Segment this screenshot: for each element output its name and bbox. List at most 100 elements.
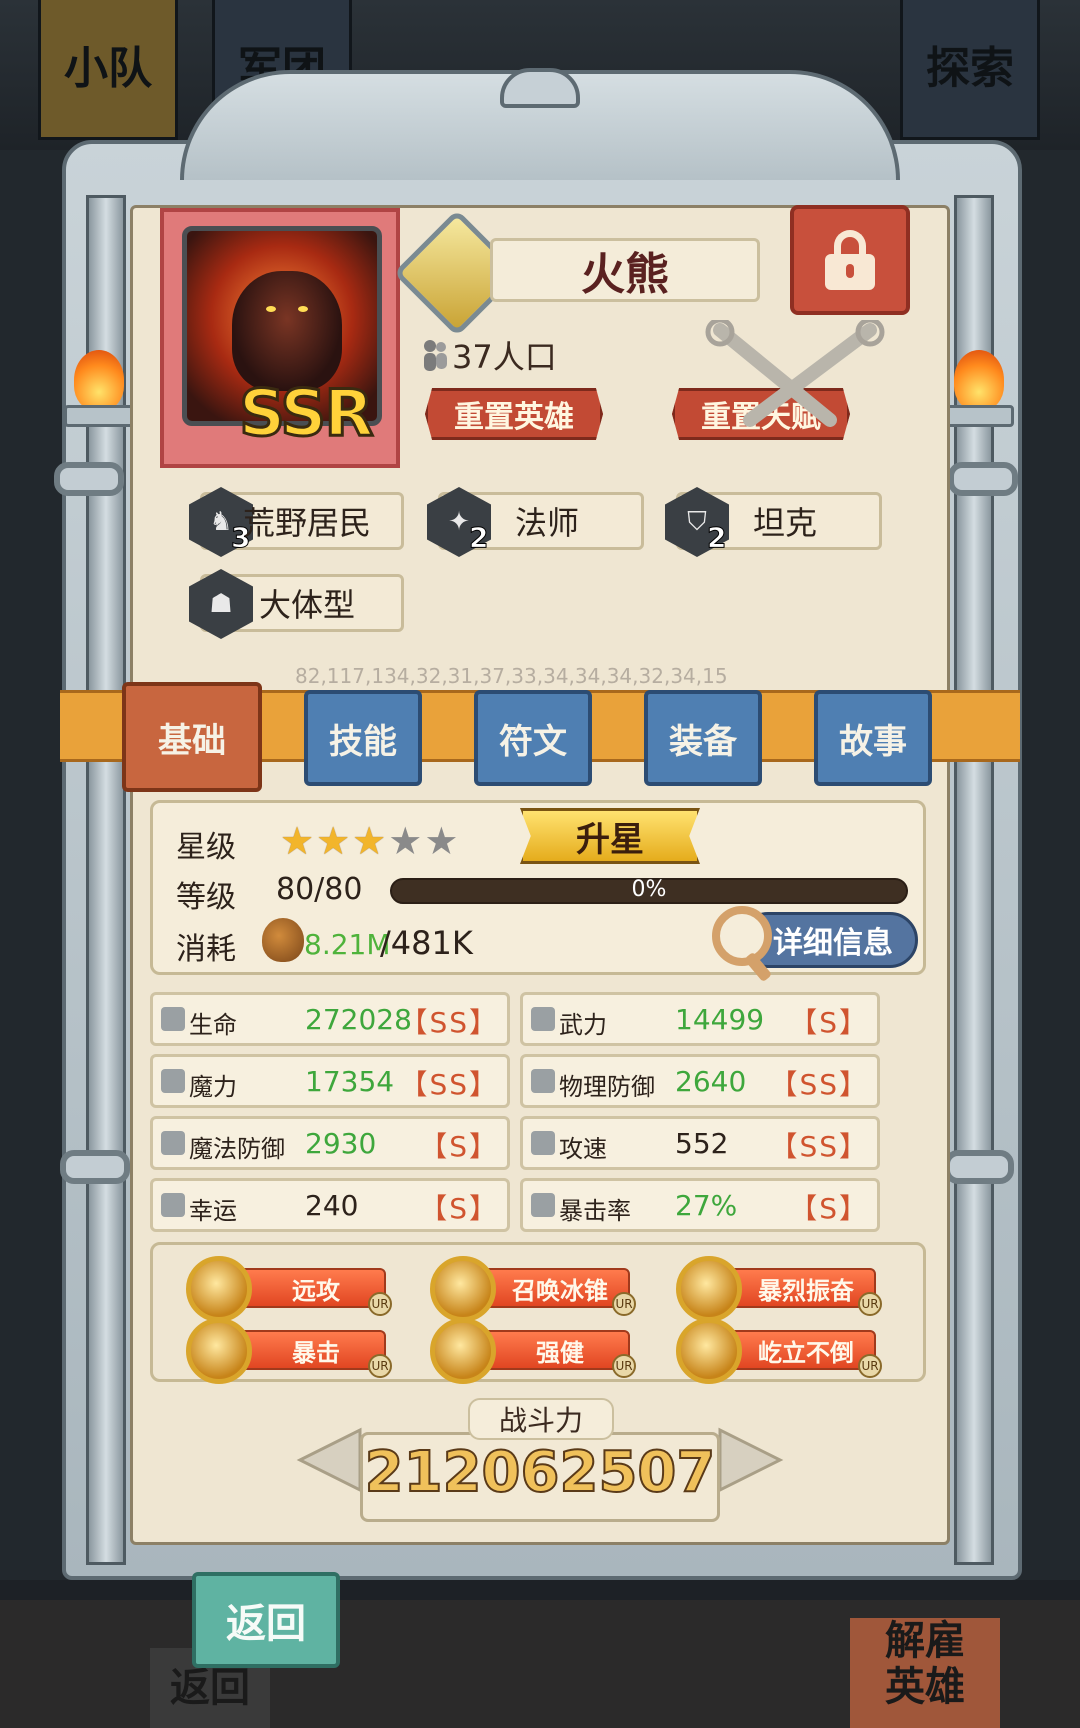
skill-item[interactable]: 暴烈振奋 UR [676,1254,882,1322]
skill-item[interactable]: 屹立不倒 UR [676,1316,882,1384]
skill-grade-badge: UR [858,1292,882,1316]
population-text: 37人口 [452,338,557,376]
lock-icon [825,230,875,290]
star-label: 星级 [176,830,236,865]
frame-knob [500,68,580,108]
attribute-grade: 【S】 [419,1130,499,1163]
attribute-name: 攻速 [559,1135,607,1163]
skill-grade-badge: UR [368,1292,392,1316]
attribute-value: 2640 [675,1065,747,1098]
tab-runes[interactable]: 符文 [474,690,592,786]
magnifier-icon [712,906,772,966]
attribute-name: 幸运 [189,1197,237,1225]
population-icon [424,340,447,371]
attribute-value: 2930 [305,1127,377,1160]
trait-mage[interactable]: ✦ 2 法师 [427,487,644,557]
fire-bear-icon [232,271,342,391]
attribute-value: 14499 [675,1003,765,1036]
attribute-name: 武力 [559,1011,607,1039]
attribute-icon [531,1131,555,1155]
star-icon: ★ [424,819,459,863]
bg-tab-squad: 小队 [38,0,178,140]
attribute-value: 240 [305,1189,359,1222]
chain-right-top [948,462,1018,496]
torch-right-icon [944,350,1014,430]
attribute-name: 暴击率 [559,1197,631,1225]
back-button[interactable]: 返回 [192,1572,340,1668]
trait-label: 大体型 [258,586,355,624]
trait-large-body[interactable]: ☗ 大体型 [189,569,404,639]
skill-icon [186,1256,252,1322]
cost-label: 消耗 [176,932,236,967]
power-label: 战斗力 [468,1398,614,1440]
attribute-row: 魔力 17354 【SS】 [150,1054,510,1108]
skill-item[interactable]: 远攻 UR [186,1254,392,1322]
attribute-grade: 【SS】 [399,1068,499,1101]
reset-hero-button[interactable]: 重置英雄 [425,388,603,440]
attribute-value: 272028 [305,1003,412,1036]
star-icon: ★ [388,819,423,863]
attribute-name: 物理防御 [559,1073,655,1101]
trait-tank[interactable]: ⛉ 2 坦克 [665,487,882,557]
attribute-value: 552 [675,1127,729,1160]
rarity-badge: SSR [238,376,376,453]
level-value: 80/80 [276,872,363,907]
attribute-icon [161,1069,185,1093]
skill-item[interactable]: 暴击 UR [186,1316,392,1384]
attribute-grade: 【S】 [789,1192,869,1225]
sequence-text: 82,117,134,32,31,37,33,34,34,34,32,34,15 [295,664,728,688]
skill-grade-badge: UR [368,1354,392,1378]
attribute-icon [531,1007,555,1031]
hero-portrait[interactable]: SSR [160,208,400,468]
level-progress-bar: 0% [390,877,908,904]
attribute-icon [161,1131,185,1155]
attribute-row: 魔法防御 2930 【S】 [150,1116,510,1170]
tab-story[interactable]: 故事 [814,690,932,786]
attribute-row: 暴击率 27% 【S】 [520,1178,880,1232]
skill-item[interactable]: 强健 UR [430,1316,636,1384]
attribute-grade: 【S】 [789,1006,869,1039]
lock-button[interactable] [790,205,910,315]
chain-right-bottom [944,1150,1014,1184]
attribute-grade: 【SS】 [769,1068,869,1101]
bg-dismiss-hero-button: 解雇 英雄 [850,1618,1000,1728]
attribute-row: 物理防御 2640 【SS】 [520,1054,880,1108]
bg-dismiss-line2: 英雄 [885,1664,965,1710]
hero-name: 火熊 [490,238,760,302]
attribute-grade: 【S】 [419,1192,499,1225]
trait-wild[interactable]: ♞ 3 荒野居民 [189,487,404,557]
chain-left-bottom [60,1150,130,1184]
skill-icon [676,1318,742,1384]
upstar-button[interactable]: 升星 [520,808,700,864]
skill-item[interactable]: 召唤冰锥 UR [430,1254,636,1322]
skill-icon [186,1318,252,1384]
attribute-grade: 【SS】 [769,1130,869,1163]
attribute-grade: 【SS】 [399,1006,499,1039]
attribute-row: 攻速 552 【SS】 [520,1116,880,1170]
attribute-row: 幸运 240 【S】 [150,1178,510,1232]
level-label: 等级 [176,880,236,915]
skill-grade-badge: UR [612,1354,636,1378]
attribute-icon [531,1193,555,1217]
star-rating: ★ ★ ★ ★ ★ [280,822,460,860]
skill-icon [430,1256,496,1322]
tab-basic[interactable]: 基础 [122,682,262,792]
attribute-row: 生命 272028 【SS】 [150,992,510,1046]
crossed-swords-icon [705,320,885,427]
star-icon: ★ [352,819,387,863]
skill-icon [430,1318,496,1384]
skill-icon [676,1256,742,1322]
cost-need: /481K [380,924,473,962]
trait-label: 法师 [514,504,579,542]
attribute-icon [161,1193,185,1217]
attribute-icon [161,1007,185,1031]
trait-label: 坦克 [752,504,817,542]
tab-equipment[interactable]: 装备 [644,690,762,786]
chain-left-top [54,462,124,496]
attribute-row: 武力 14499 【S】 [520,992,880,1046]
tab-skills[interactable]: 技能 [304,690,422,786]
trait-label: 荒野居民 [242,504,371,542]
star-icon: ★ [316,819,351,863]
attribute-name: 生命 [189,1011,237,1039]
bg-dismiss-line1: 解雇 [885,1618,965,1664]
